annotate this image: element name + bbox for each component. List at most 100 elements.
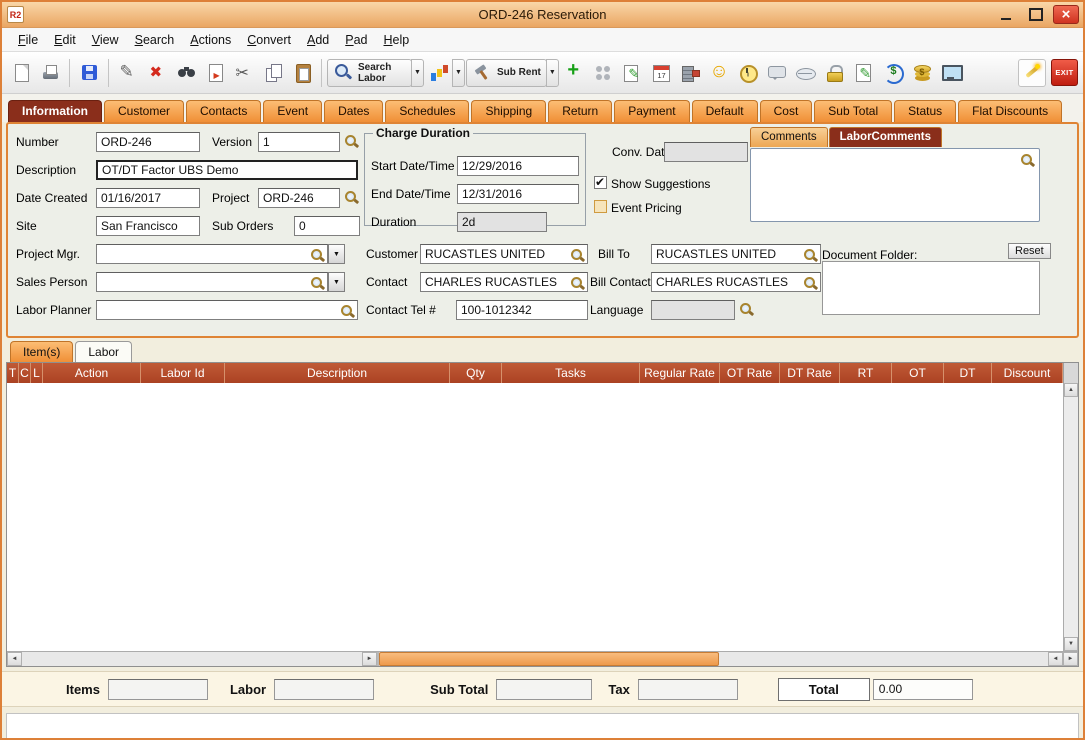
bill-to-search-icon[interactable] bbox=[803, 248, 818, 263]
tab-information[interactable]: Information bbox=[8, 100, 102, 122]
menu-add[interactable]: Add bbox=[299, 30, 337, 50]
description-field[interactable]: OT/DT Factor UBS Demo bbox=[96, 160, 358, 180]
labor-planner-search-icon[interactable] bbox=[340, 304, 355, 319]
language-field[interactable] bbox=[651, 300, 735, 320]
add-item-icon[interactable] bbox=[560, 59, 588, 87]
project-mgr-field[interactable] bbox=[96, 244, 328, 264]
column-header-dt[interactable]: DT bbox=[944, 363, 992, 383]
grouping-icon[interactable] bbox=[589, 59, 617, 87]
currency-icon[interactable] bbox=[908, 59, 936, 87]
rate-chart-dropdown[interactable] bbox=[452, 59, 465, 87]
edit-icon[interactable] bbox=[114, 59, 142, 87]
language-search-icon[interactable] bbox=[739, 302, 754, 317]
labor-table-body[interactable] bbox=[7, 383, 1078, 651]
column-header-ot-rate[interactable]: OT Rate bbox=[720, 363, 780, 383]
tab-payment[interactable]: Payment bbox=[614, 100, 689, 122]
wand-icon[interactable] bbox=[1018, 59, 1046, 87]
sales-person-search-icon[interactable] bbox=[310, 276, 325, 291]
labor-planner-field[interactable] bbox=[96, 300, 358, 320]
smiley-icon[interactable] bbox=[705, 59, 733, 87]
paste-icon[interactable] bbox=[288, 59, 316, 87]
detail-tab-labor[interactable]: Labor bbox=[75, 341, 132, 362]
tab-status[interactable]: Status bbox=[894, 100, 956, 122]
end-datetime-field[interactable]: 12/31/2016 bbox=[457, 184, 579, 204]
contact-tel-field[interactable]: 100-1012342 bbox=[456, 300, 588, 320]
exit-button[interactable]: EXIT bbox=[1051, 59, 1078, 86]
tab-default[interactable]: Default bbox=[692, 100, 758, 122]
column-header-t[interactable]: T bbox=[7, 363, 19, 383]
column-header-action[interactable]: Action bbox=[43, 363, 141, 383]
conv-date-field[interactable] bbox=[664, 142, 748, 162]
column-header-dt-rate[interactable]: DT Rate bbox=[780, 363, 840, 383]
sub-orders-field[interactable]: 0 bbox=[294, 216, 360, 236]
new-icon[interactable] bbox=[7, 59, 35, 87]
sub-total-field[interactable] bbox=[496, 679, 592, 700]
tab-cost[interactable]: Cost bbox=[760, 100, 813, 122]
tab-contacts[interactable]: Contacts bbox=[186, 100, 261, 122]
column-header-qty[interactable]: Qty bbox=[450, 363, 502, 383]
refresh-currency-icon[interactable] bbox=[879, 59, 907, 87]
main-scroll-segment[interactable] bbox=[379, 652, 1078, 666]
tab-event[interactable]: Event bbox=[263, 100, 322, 122]
menu-help[interactable]: Help bbox=[376, 30, 418, 50]
project-search-icon[interactable] bbox=[344, 190, 359, 205]
column-header-discount[interactable]: Discount bbox=[992, 363, 1063, 383]
preview-icon[interactable] bbox=[201, 59, 229, 87]
detail-tab-item-s[interactable]: Item(s) bbox=[10, 341, 73, 362]
show-suggestions-checkbox[interactable] bbox=[594, 176, 607, 189]
menu-view[interactable]: View bbox=[84, 30, 127, 50]
column-header-description[interactable]: Description bbox=[225, 363, 450, 383]
tab-return[interactable]: Return bbox=[548, 100, 612, 122]
main-scroll-left-button[interactable] bbox=[1048, 652, 1063, 666]
customer-field[interactable]: RUCASTLES UNITED bbox=[420, 244, 588, 264]
save-icon[interactable] bbox=[75, 59, 103, 87]
comments-tab-comments[interactable]: Comments bbox=[750, 127, 828, 147]
frozen-scroll-track[interactable] bbox=[22, 652, 362, 666]
delete-icon[interactable] bbox=[143, 59, 171, 87]
menu-search[interactable]: Search bbox=[127, 30, 183, 50]
maximize-button[interactable] bbox=[1023, 5, 1049, 24]
contact-field[interactable]: CHARLES RUCASTLES bbox=[420, 272, 588, 292]
comments-tab-laborcomments[interactable]: LaborComments bbox=[829, 127, 942, 147]
menu-actions[interactable]: Actions bbox=[182, 30, 239, 50]
labor-total-field[interactable] bbox=[274, 679, 374, 700]
sales-person-dropdown[interactable] bbox=[328, 272, 345, 292]
document-folder-box[interactable] bbox=[822, 261, 1040, 315]
version-field[interactable]: 1 bbox=[258, 132, 340, 152]
binoculars-icon[interactable] bbox=[172, 59, 200, 87]
computer-icon[interactable] bbox=[937, 59, 965, 87]
menu-file[interactable]: File bbox=[10, 30, 46, 50]
company-icon[interactable] bbox=[676, 59, 704, 87]
print-icon[interactable] bbox=[36, 59, 64, 87]
frozen-scroll-segment[interactable] bbox=[7, 652, 379, 666]
menu-pad[interactable]: Pad bbox=[337, 30, 375, 50]
total-value-field[interactable]: 0.00 bbox=[873, 679, 973, 700]
version-search-icon[interactable] bbox=[344, 134, 359, 149]
tab-sub-total[interactable]: Sub Total bbox=[814, 100, 892, 122]
sub-rent-dropdown[interactable] bbox=[546, 59, 559, 87]
tab-flat-discounts[interactable]: Flat Discounts bbox=[958, 100, 1062, 122]
web-icon[interactable] bbox=[792, 59, 820, 87]
contact-search-icon[interactable] bbox=[570, 276, 585, 291]
calendar-icon[interactable] bbox=[647, 59, 675, 87]
close-button[interactable] bbox=[1053, 5, 1079, 24]
number-field[interactable]: ORD-246 bbox=[96, 132, 200, 152]
menu-convert[interactable]: Convert bbox=[239, 30, 299, 50]
horizontal-scroll-thumb[interactable] bbox=[379, 652, 719, 666]
duration-field[interactable]: 2d bbox=[457, 212, 547, 232]
menu-edit[interactable]: Edit bbox=[46, 30, 84, 50]
sub-rent-button[interactable]: Sub Rent bbox=[466, 59, 547, 87]
search-labor-button[interactable]: Search Labor bbox=[327, 59, 412, 87]
column-header-rt[interactable]: RT bbox=[840, 363, 892, 383]
tab-shipping[interactable]: Shipping bbox=[471, 100, 546, 122]
labor-comments-box[interactable] bbox=[750, 148, 1040, 222]
tab-dates[interactable]: Dates bbox=[324, 100, 383, 122]
items-total-field[interactable] bbox=[108, 679, 208, 700]
comments-icon[interactable] bbox=[763, 59, 791, 87]
sales-person-field[interactable] bbox=[96, 272, 328, 292]
column-header-labor-id[interactable]: Labor Id bbox=[141, 363, 225, 383]
customer-search-icon[interactable] bbox=[570, 248, 585, 263]
tab-customer[interactable]: Customer bbox=[104, 100, 184, 122]
column-header-regular-rate[interactable]: Regular Rate bbox=[640, 363, 720, 383]
cut-icon[interactable] bbox=[230, 59, 258, 87]
